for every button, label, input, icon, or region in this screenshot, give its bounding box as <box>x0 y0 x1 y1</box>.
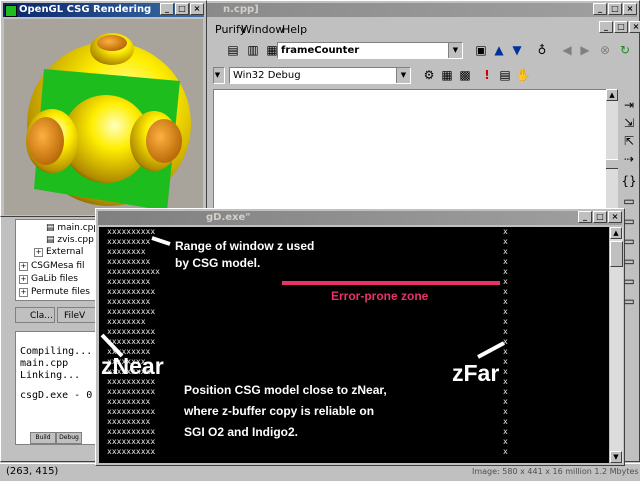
back-icon[interactable]: ◀ <box>559 42 575 58</box>
member-combo[interactable]: frameCounter ▼ <box>277 42 463 59</box>
right-cylinder-cap <box>146 119 182 163</box>
scroll-thumb[interactable] <box>610 241 623 267</box>
far-z-column: x x x x x x x x x x x x x x x x x x x x … <box>503 227 508 456</box>
output-tab-debug[interactable]: Debug <box>56 432 82 444</box>
maximize-icon[interactable]: □ <box>593 211 607 223</box>
maximize-icon[interactable]: □ <box>608 3 622 15</box>
csg-viewport[interactable] <box>4 19 203 215</box>
console-caption-buttons: _ □ × <box>578 211 622 223</box>
tree-item-galib[interactable]: + GaLib files <box>19 274 78 284</box>
tab-fileview[interactable]: FileV <box>57 307 97 323</box>
build-icon[interactable]: ▣ <box>473 42 489 58</box>
debug-stepout-icon[interactable]: ⇱ <box>621 133 637 149</box>
stop-build-icon[interactable]: ▩ <box>457 67 473 83</box>
tree-item-permute[interactable]: + Permute files <box>19 287 90 297</box>
arrow-down-icon[interactable]: ▼ <box>509 42 525 58</box>
mdi-caption-buttons: _ □ × <box>599 21 640 33</box>
left-cylinder-cap <box>28 117 64 165</box>
configuration-value: Win32 Debug <box>233 70 301 81</box>
status-image-info: Image: 580 x 441 x 16 million 1.2 Mbytes <box>472 467 639 476</box>
scroll-thumb[interactable] <box>606 159 618 169</box>
stop-icon[interactable]: ⊗ <box>597 42 613 58</box>
console-titlebar[interactable]: gD.exe" <box>98 211 622 225</box>
minimize-icon[interactable]: _ <box>578 211 592 223</box>
wizard-bar-icon[interactable]: ▥ <box>245 42 261 58</box>
scroll-up-icon[interactable]: ▲ <box>606 89 618 101</box>
go-icon[interactable]: ▤ <box>497 67 513 83</box>
csg-caption-buttons: _ □ × <box>160 3 204 15</box>
forward-icon[interactable]: ▶ <box>577 42 593 58</box>
child-minimize-icon[interactable]: _ <box>599 21 613 33</box>
close-icon[interactable]: × <box>608 211 622 223</box>
menu-help[interactable]: Help <box>282 23 307 36</box>
debug-step-icon[interactable]: ⇥ <box>621 97 637 113</box>
csg-window: OpenGL CSG Rendering _ □ × <box>0 0 207 217</box>
minimize-icon[interactable]: _ <box>593 3 607 15</box>
binoculars-icon[interactable]: ♁ <box>534 42 550 58</box>
close-icon[interactable]: × <box>623 3 637 15</box>
ide-title: n.cpp] <box>223 4 259 15</box>
console-title: gD.exe" <box>206 212 251 223</box>
execute-icon[interactable]: ! <box>479 67 495 83</box>
error-zone-label: Error-prone zone <box>331 289 429 303</box>
csg-title: OpenGL CSG Rendering <box>19 4 152 15</box>
output-line: csgD.exe - 0 <box>20 390 93 401</box>
zfar-label: zFar <box>452 360 500 386</box>
editor-area[interactable] <box>213 89 608 211</box>
tree-item-zvis-cpp[interactable]: ▤ zvis.cpp <box>46 235 94 245</box>
braces-icon[interactable]: {} <box>621 173 637 189</box>
near-z-column: xxxxxxxxxx xxxxxxxxx xxxxxxxx xxxxxxxxx … <box>107 227 160 456</box>
debug-run-icon[interactable]: ⇢ <box>621 151 637 167</box>
workspace-tree: ▤ main.cpp ▤ zvis.cpp + External + CSGMesa… <box>15 219 99 301</box>
tree-item-external[interactable]: + External <box>34 247 83 257</box>
output-line: Linking... <box>20 370 81 381</box>
chevron-down-icon[interactable]: ▼ <box>396 68 410 83</box>
range-annotation: Range of window z used by CSG model. <box>175 239 315 270</box>
close-icon[interactable]: × <box>190 3 204 15</box>
menu-window[interactable]: Window <box>241 23 284 36</box>
child-restore-icon[interactable]: □ <box>614 21 628 33</box>
refresh-icon[interactable]: ↻ <box>617 42 633 58</box>
config-combo[interactable]: ▼ <box>213 67 225 84</box>
ide-caption-buttons: _ □ × <box>593 3 637 15</box>
position-annotation: Position CSG model close to zNear, where… <box>184 383 387 439</box>
console-scrollbar[interactable]: ▲ ▼ <box>610 227 623 463</box>
compile-icon[interactable]: ⚙ <box>421 67 437 83</box>
tab-classview[interactable]: Cla... <box>15 307 55 323</box>
expand-icon[interactable]: + <box>19 288 28 297</box>
chevron-down-icon[interactable]: ▼ <box>214 68 224 83</box>
class-wizard-icon[interactable]: ▤ <box>225 42 241 58</box>
expand-icon[interactable]: + <box>19 275 28 284</box>
scroll-up-icon[interactable]: ▲ <box>610 227 622 239</box>
hand-icon[interactable]: ✋ <box>515 67 531 83</box>
child-close-icon[interactable]: × <box>629 21 640 33</box>
build-all-icon[interactable]: ▦ <box>439 67 455 83</box>
output-pane: Compiling... main.cpp Linking... csgD.ex… <box>15 331 101 445</box>
status-coordinates: (263, 415) <box>6 466 59 477</box>
maximize-icon[interactable]: □ <box>175 3 189 15</box>
app-icon <box>5 5 17 17</box>
znear-label: zNear <box>101 353 164 379</box>
editor-scrollbar[interactable]: ▲ <box>606 89 618 209</box>
top-cylinder-cap <box>97 35 127 51</box>
tree-item-main-cpp[interactable]: ▤ main.cpp <box>46 223 98 233</box>
debug-stepinto-icon[interactable]: ⇲ <box>621 115 637 131</box>
configuration-combo[interactable]: Win32 Debug ▼ <box>229 67 411 84</box>
chevron-down-icon[interactable]: ▼ <box>448 43 462 58</box>
member-combo-value: frameCounter <box>281 45 360 56</box>
minimize-icon[interactable]: _ <box>160 3 174 15</box>
scroll-down-icon[interactable]: ▼ <box>610 451 622 463</box>
output-tab-build[interactable]: Build <box>30 432 56 444</box>
tree-item-csgmesa[interactable]: + CSGMesa fil <box>19 261 85 271</box>
output-line: main.cpp <box>20 358 69 369</box>
arrow-up-icon[interactable]: ▲ <box>491 42 507 58</box>
debug-watch-icon[interactable]: ▭ <box>621 193 637 209</box>
expand-icon[interactable]: + <box>19 262 28 271</box>
expand-icon[interactable]: + <box>34 248 43 257</box>
output-line: Compiling... <box>20 346 93 357</box>
